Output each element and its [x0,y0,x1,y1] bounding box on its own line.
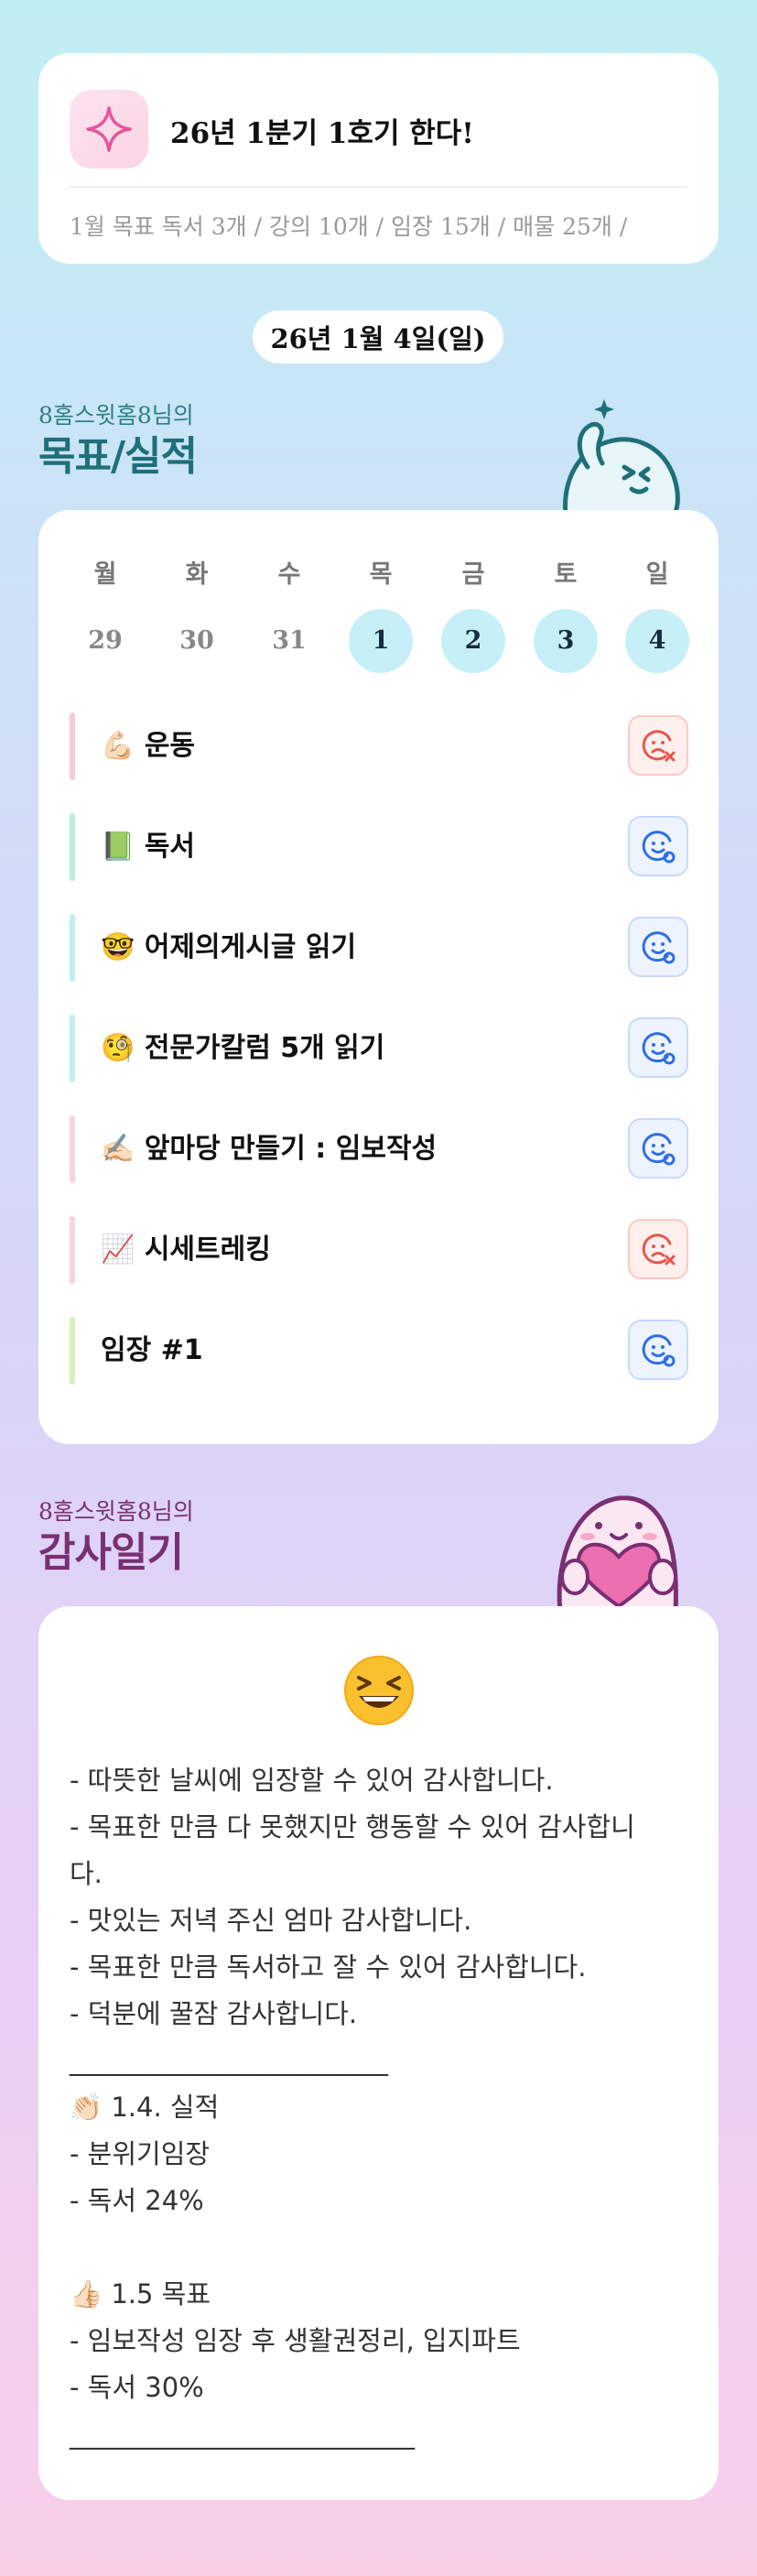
calendar-day[interactable]: 2 [441,609,505,673]
calendar-day[interactable]: 1 [349,609,413,673]
goal-color-bar [70,1216,75,1284]
goal-color-bar [70,1015,75,1082]
weekday-label: 수 [277,560,301,589]
character-illustration [562,399,680,516]
monthly-goal-text: 1월 목표 독서 3개 / 강의 10개 / 임장 15개 / 매물 25개 / [70,213,628,240]
goal-item[interactable]: 🧐 전문가칼럼 5개 읽기 [70,1015,688,1082]
goal-color-bar [70,813,75,881]
sparkle-icon [70,90,148,168]
weekday-label: 월 [93,560,117,589]
goal-color-bar [70,712,75,780]
goal-item[interactable]: ✍🏻 앞마당 만들기 : 임보작성 [70,1115,688,1183]
calendar-day[interactable]: 31 [257,609,321,673]
goal-label: 🧐 전문가칼럼 5개 읽기 [101,1032,385,1064]
goal-title: 26년 1분기 1호기 한다! [170,117,474,150]
fail-face-icon[interactable] [628,1219,688,1279]
calendar-day[interactable]: 4 [625,609,689,673]
weekday-label: 토 [554,560,578,589]
goal-item[interactable]: 임장 #1 [70,1317,688,1385]
gratitude-diary-card: - 따뜻한 날씨에 임장할 수 있어 감사합니다. - 목표한 만큼 다 못했지… [38,1606,719,2500]
date-selector[interactable]: 26년 1월 4일(일) [253,310,503,364]
goal-label: 🤓 어제의게시글 읽기 [101,931,357,963]
diary-section-title: 감사일기 [38,1529,184,1576]
goal-header-card: 26년 1분기 1호기 한다! 1월 목표 독서 3개 / 강의 10개 / 임… [38,53,719,264]
goals-card: 월 화 수 목 금 토 일 29 30 31 1 2 3 4 💪🏻 운동 📗 독… [38,510,719,1444]
goal-label: 📗 독서 [101,831,196,863]
done-face-icon[interactable] [628,816,688,876]
weekday-label: 금 [461,560,485,589]
goal-item[interactable]: 📗 독서 [70,813,688,881]
character-illustration [557,1495,678,1612]
goals-section-title: 목표/실적 [38,433,198,480]
weekday-label: 화 [185,560,209,589]
goal-item[interactable]: 💪🏻 운동 [70,712,688,780]
divider [70,186,687,188]
calendar-day[interactable]: 3 [534,609,598,673]
goal-color-bar [70,1317,75,1385]
fail-face-icon[interactable] [628,715,688,776]
weekday-label: 목 [369,560,393,589]
goal-item[interactable]: 🤓 어제의게시글 읽기 [70,914,688,982]
goal-label: ✍🏻 앞마당 만들기 : 임보작성 [101,1133,438,1165]
done-face-icon[interactable] [628,1320,688,1380]
diary-text: - 따뜻한 날씨에 임장할 수 있어 감사합니다. - 목표한 만큼 다 못했지… [70,1765,635,2450]
calendar-day[interactable]: 29 [73,609,137,673]
goal-color-bar [70,1115,75,1183]
goal-label: 💪🏻 운동 [101,730,196,762]
done-face-icon[interactable] [628,1118,688,1179]
goal-item[interactable]: 📈 시세트레킹 [70,1216,688,1284]
goal-label: 임장 #1 [101,1334,203,1366]
goal-color-bar [70,914,75,982]
done-face-icon[interactable] [628,917,688,977]
laughing-face-icon [344,1656,414,1725]
done-face-icon[interactable] [628,1017,688,1078]
weekday-label: 일 [645,560,669,589]
calendar-day[interactable]: 30 [165,609,229,673]
goal-label: 📈 시세트레킹 [101,1234,271,1266]
